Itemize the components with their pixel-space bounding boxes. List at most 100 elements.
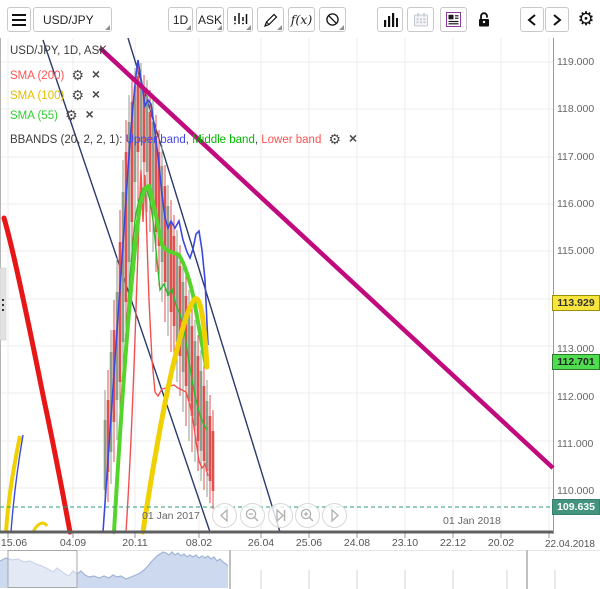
price-tick-label: 111.000 (557, 438, 593, 450)
candle (200, 371, 203, 451)
dropdown-corner-icon (186, 25, 191, 30)
skip-to-end-icon (269, 504, 292, 527)
time-tick-label: 24.08 (344, 537, 370, 549)
fx-icon: f(x) (291, 12, 312, 27)
legend-sma200: SMA (200) ⚙ × (10, 66, 100, 84)
lock-button[interactable] (471, 7, 497, 32)
trading-app-window: { "toolbar": { "symbol": "USD/JPY", "tim… (0, 0, 600, 589)
pan-right-button[interactable] (322, 503, 347, 528)
bbands-middle-label: Middle band (192, 134, 255, 146)
zoom-out-button[interactable] (240, 503, 265, 528)
sma200-label: SMA (200) (10, 70, 64, 82)
bbands-label: BBANDS (20, 2, 2, 1): (10, 134, 126, 146)
time-tick-label: 08.02 (186, 537, 212, 549)
time-tick-label: 04.09 (60, 537, 86, 549)
calendar-button[interactable] (407, 7, 434, 32)
draw-tools-button[interactable] (257, 7, 284, 32)
hide-overlays-button[interactable] (319, 7, 346, 32)
bar-chart-icon (383, 12, 398, 27)
symbol-label: USD/JPY (41, 13, 96, 27)
navigator-selection-window[interactable] (8, 551, 77, 588)
price-tick-label: 118.000 (557, 103, 594, 115)
pencil-icon (264, 13, 278, 27)
time-axis-bar (0, 531, 553, 534)
legend-bbands: BBANDS (20, 2, 2, 1): Upper band, Middle… (10, 130, 357, 148)
legend-instrument: USD/JPY, 1D, ASK (10, 45, 107, 57)
legend-sma100: SMA (100) ⚙ × (10, 86, 100, 104)
candle (149, 112, 152, 192)
dropdown-corner-icon (277, 25, 282, 30)
bbands-settings-icon[interactable]: ⚙ (328, 131, 341, 147)
price-tag: 109.635 (552, 499, 600, 515)
candle (164, 186, 167, 282)
navigator-panel[interactable] (0, 550, 600, 589)
timeframe-selector[interactable]: 1D (168, 7, 193, 32)
menu-button[interactable] (7, 7, 31, 32)
calendar-icon (413, 12, 429, 27)
candle (170, 222, 173, 312)
dropdown-corner-icon (246, 25, 251, 30)
bbands-remove-icon[interactable]: × (349, 130, 357, 146)
symbol-selector[interactable]: USD/JPY (33, 7, 112, 32)
price-tick-label: 119.000 (557, 56, 594, 68)
pan-left-button[interactable] (212, 503, 237, 528)
legend-sma55: SMA (55) ⚙ × (10, 106, 94, 124)
sma55-label: SMA (55) (10, 110, 58, 122)
go-to-end-button[interactable] (268, 503, 293, 528)
gear-icon: ⚙ (577, 10, 594, 29)
function-button[interactable]: f(x) (288, 7, 315, 32)
candle (209, 416, 212, 481)
price-tick-label: 112.000 (557, 391, 594, 403)
left-panel-handle[interactable] (0, 268, 6, 340)
sma100-label: SMA (100) (10, 90, 64, 102)
news-button[interactable] (440, 7, 467, 32)
candle (194, 341, 197, 426)
price-tag: 112.701 (552, 354, 600, 370)
candle (176, 252, 179, 342)
candle (197, 356, 200, 441)
time-tick-label: 22.12 (440, 537, 466, 549)
zoom-out-icon (241, 504, 264, 527)
time-tick-label: 20.11 (122, 537, 148, 549)
bbands-upper-label: Upper band (126, 134, 186, 146)
candle (206, 401, 209, 471)
date-marker-2018: 01 Jan 2018 (443, 515, 501, 527)
ban-icon (325, 12, 340, 27)
unlock-icon (476, 11, 492, 28)
time-tick-label: 15.06 (1, 537, 27, 549)
sma55-settings-icon[interactable]: ⚙ (65, 107, 78, 123)
price-tag: 113.929 (552, 295, 600, 311)
menu-icon (12, 14, 26, 26)
scroll-right-button[interactable] (545, 7, 569, 32)
zoom-in-icon (296, 504, 319, 527)
sma100-settings-icon[interactable]: ⚙ (71, 87, 84, 103)
volume-button[interactable] (377, 7, 403, 32)
navigator-handles[interactable] (230, 550, 527, 589)
latest-date-label: 22.04.2018 (545, 539, 595, 550)
date-marker-2017: 01 Jan 2017 (142, 510, 200, 522)
arrow-left-icon (213, 504, 236, 527)
settings-button[interactable]: ⚙ (573, 7, 599, 32)
time-tick-label: 25.06 (296, 537, 322, 549)
zoom-in-button[interactable] (295, 503, 320, 528)
scroll-left-button[interactable] (520, 7, 544, 32)
navigator-gridticks (261, 570, 555, 589)
price-tick-label: 117.000 (557, 151, 594, 163)
sma200-settings-icon[interactable]: ⚙ (71, 67, 84, 83)
candle (212, 431, 215, 491)
price-type-selector[interactable]: ASK (196, 7, 224, 32)
dropdown-corner-icon (105, 25, 110, 30)
sma100-remove-icon[interactable]: × (92, 86, 100, 102)
dropdown-corner-icon (339, 25, 344, 30)
indicators-button[interactable] (227, 7, 253, 32)
sma200-remove-icon[interactable]: × (92, 66, 100, 82)
toolbar: USD/JPY 1D ASK f(x) (0, 0, 600, 38)
time-tick-label: 23.10 (392, 537, 418, 549)
sma55-remove-icon[interactable]: × (86, 106, 94, 122)
time-axis-ticks (8, 534, 549, 539)
candle (173, 236, 176, 326)
time-tick-label: 20.02 (488, 537, 514, 549)
arrow-right-icon (323, 504, 346, 527)
sma-200-line[interactable] (4, 218, 70, 532)
time-tick-label: 26.04 (248, 537, 274, 549)
